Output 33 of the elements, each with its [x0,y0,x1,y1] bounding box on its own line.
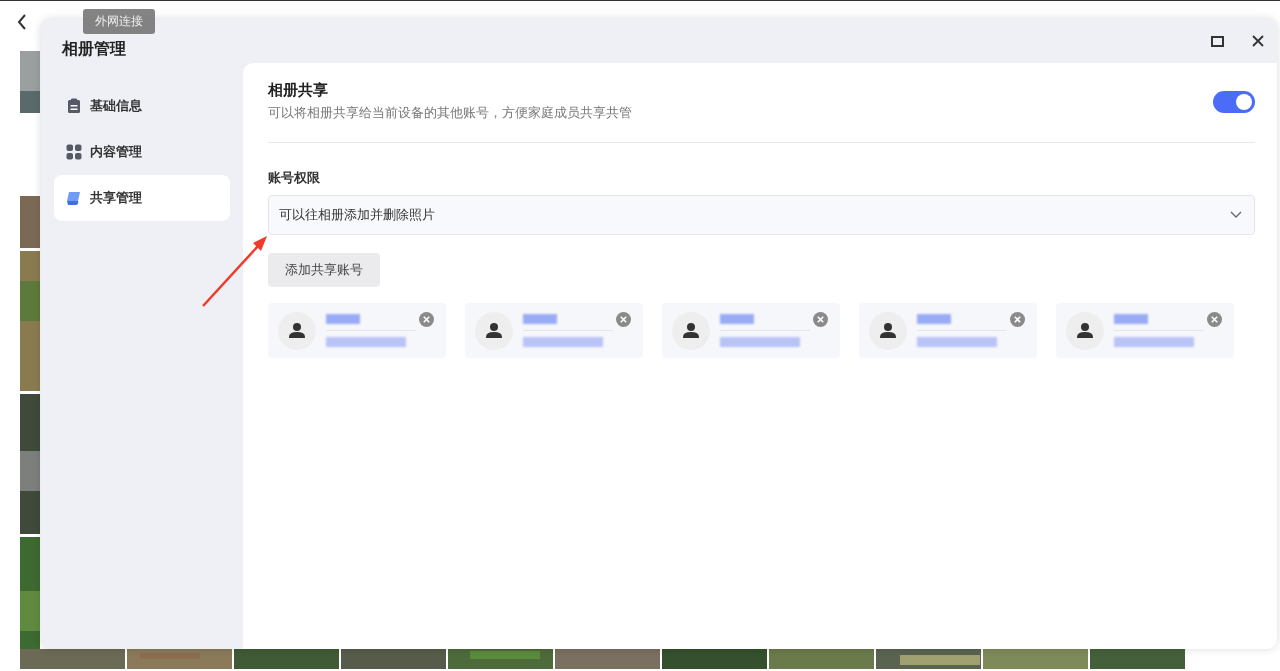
user-avatar-icon [278,311,316,350]
remove-icon[interactable] [616,312,631,327]
permission-dropdown[interactable]: 可以往相册添加并删除照片 [268,195,1255,235]
user-avatar-icon [869,311,907,350]
tooltip: 外网连接 [83,9,155,34]
user-avatar-icon [475,311,513,350]
maximize-icon[interactable] [1211,35,1224,47]
section-description: 可以将相册共享给当前设备的其他账号，方便家庭成员共享共管 [268,104,632,122]
section-title: 相册共享 [268,81,329,100]
user-avatar-icon [1066,311,1104,350]
toggle-switch[interactable] [1213,90,1255,113]
redacted-name [917,314,951,324]
redacted-name [1114,314,1148,324]
redacted-name [720,314,754,324]
remove-icon[interactable] [1010,312,1025,327]
redacted-name [326,314,360,324]
redacted-name [523,314,557,324]
add-account-button[interactable]: 添加共享账号 [268,253,380,287]
field-label: 账号权限 [268,169,321,187]
remove-icon[interactable] [1207,312,1222,327]
dialog-title: 相册管理 [62,38,127,60]
close-icon[interactable] [1252,35,1264,47]
sidebar-item[interactable]: 内容管理 [54,129,230,175]
share-icon [66,190,82,206]
back-icon[interactable] [16,13,28,31]
user-avatar-icon [672,311,710,350]
remove-icon[interactable] [419,312,434,327]
sidebar-item[interactable]: 基础信息 [54,83,230,129]
chevron-down-icon [1230,211,1242,219]
sidebar-item[interactable]: 共享管理 [54,175,230,221]
grid-icon [66,144,82,160]
clipboard-icon [66,98,82,114]
remove-icon[interactable] [813,312,828,327]
